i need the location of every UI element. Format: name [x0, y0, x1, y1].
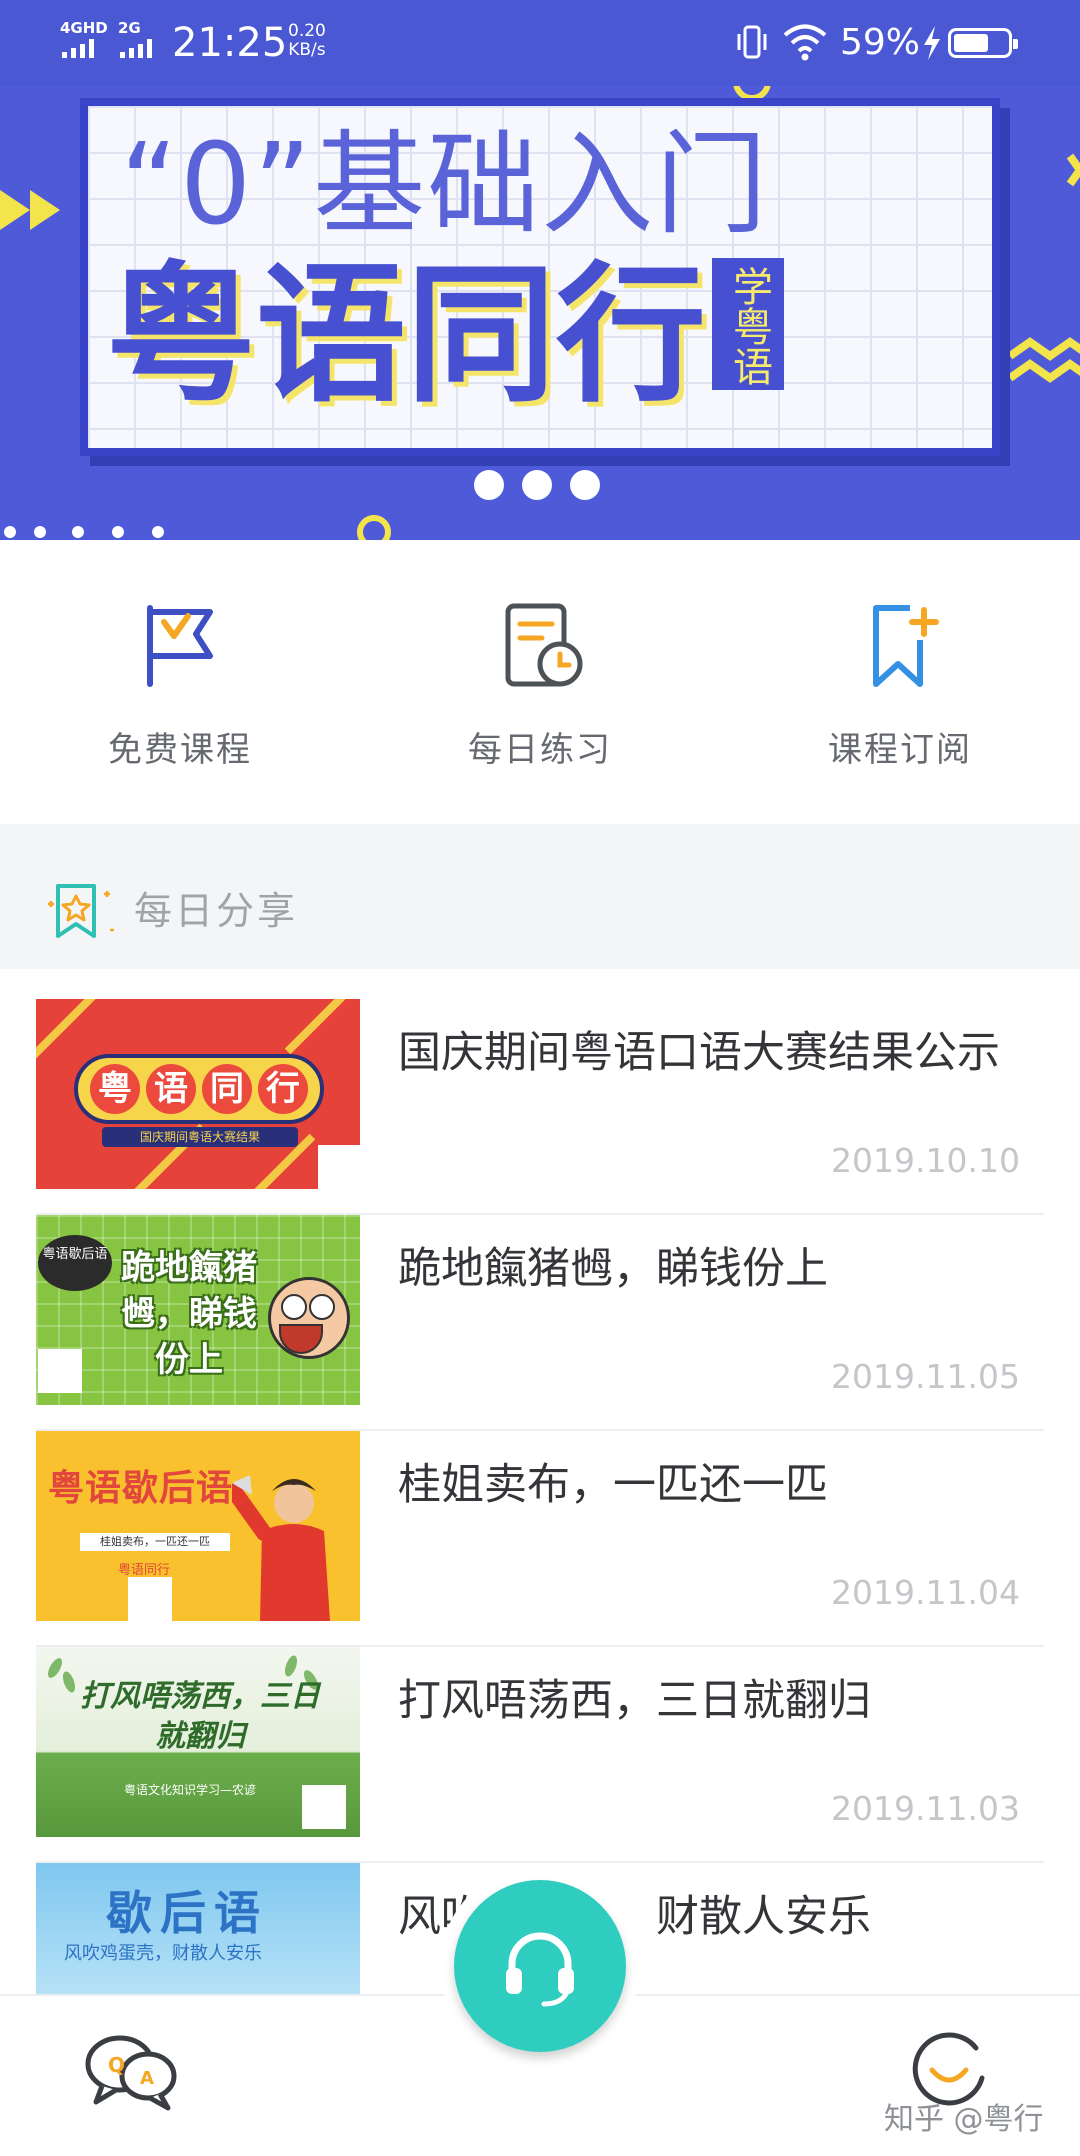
- thumb-heading: 粤语歇后语: [48, 1468, 234, 1509]
- article-title: 打风唔荡西，三日就翻归: [398, 1676, 871, 1726]
- section-title: 每日分享: [134, 889, 299, 933]
- free-courses-button[interactable]: 免费课程: [30, 600, 330, 771]
- pager-dot[interactable]: [570, 470, 600, 500]
- clipboard-clock-icon: [505, 603, 583, 687]
- article-date: 2019.10.10: [831, 1141, 1020, 1180]
- pager-dot[interactable]: [522, 470, 552, 500]
- speed-unit: KB/s: [288, 40, 326, 60]
- article-thumbnail: 打风唔荡西，三日就翻归 粤语文化知识学习—农谚: [36, 1647, 360, 1837]
- course-subscription-label: 课程订阅: [828, 730, 972, 770]
- banner-pager[interactable]: [474, 470, 600, 500]
- article-date: 2019.11.04: [831, 1573, 1020, 1612]
- battery-icon: [948, 28, 1018, 58]
- qa-chat-icon[interactable]: Q A: [84, 2032, 180, 2112]
- thumb-brand: 粤语同行: [118, 1563, 171, 1578]
- bookmark-plus-icon: [873, 605, 939, 687]
- charging-icon: [924, 26, 940, 60]
- article-item[interactable]: 打风唔荡西，三日就翻归 粤语文化知识学习—农谚 打风唔荡西，三日就翻归 2019…: [36, 1647, 1044, 1863]
- thumb-heading: 歇后语: [106, 1886, 268, 1940]
- thumb-logo: 粤 语 同 行: [74, 1054, 324, 1124]
- qr-code: [302, 1785, 346, 1829]
- promo-banner[interactable]: “0”基础入门 粤语同行 学粤语: [0, 86, 1080, 540]
- thumb-caption: 跪地餼猪乸，睇钱份上: [121, 1248, 257, 1380]
- daily-share-header: 每日分享: [0, 824, 1080, 969]
- flag-icon: [147, 605, 213, 687]
- listen-fab-button[interactable]: [454, 1880, 626, 2052]
- daily-practice-button[interactable]: 每日练习: [390, 600, 690, 771]
- signal-icon-2: [120, 38, 152, 58]
- clock: 21:25: [172, 20, 288, 66]
- thumb-caption: 国庆期间粤语大赛结果: [102, 1127, 298, 1147]
- article-title: 跪地餼猪乸，睇钱份上: [398, 1244, 828, 1294]
- article-thumbnail: 粤 语 同 行 国庆期间粤语大赛结果: [36, 999, 360, 1189]
- signal-icon-1: [62, 38, 94, 58]
- thumb-caption: 粤语文化知识学习—农谚: [124, 1783, 257, 1797]
- ribbon-star-icon: [48, 884, 114, 938]
- article-item[interactable]: 粤 语 同 行 国庆期间粤语大赛结果 国庆期间粤语口语大赛结果公示 2019.1…: [36, 999, 1044, 1215]
- free-courses-label: 免费课程: [108, 730, 252, 770]
- banner-subtitle: “0”基础入门: [120, 120, 770, 250]
- headphones-icon: [506, 1932, 574, 2007]
- status-bar: 4GHD 2G 21:25 0.20 KB/s 59%: [0, 0, 1080, 86]
- article-title: 桂姐卖布，一匹还一匹: [398, 1460, 828, 1510]
- thumb-badge: 粤语歇后语: [38, 1235, 112, 1291]
- watermark: 知乎 @粤行: [884, 2102, 1044, 2137]
- article-item[interactable]: 粤语歇后语 跪地餼猪乸，睇钱份上 跪地餼猪乸，睇钱份上 2019.11.05: [36, 1215, 1044, 1431]
- course-subscription-button[interactable]: 课程订阅: [750, 600, 1050, 771]
- banner-tag: 学粤语: [712, 258, 784, 390]
- wifi-icon: [783, 24, 827, 61]
- cartoon-face: [268, 1277, 350, 1359]
- network-type-1: 4GHD: [60, 19, 108, 37]
- article-date: 2019.11.05: [831, 1357, 1020, 1396]
- battery-percent: 59%: [840, 22, 921, 63]
- article-title: 国庆期间粤语口语大赛结果公示: [398, 1028, 1000, 1078]
- network-speed: 0.20 KB/s: [288, 22, 326, 60]
- qr-code: [128, 1577, 172, 1621]
- article-thumbnail: 粤语歇后语 桂姐卖布，一匹还一匹 粤语同行: [36, 1431, 360, 1621]
- qr-code: [38, 1349, 82, 1393]
- daily-practice-label: 每日练习: [468, 730, 612, 770]
- pager-dot[interactable]: [474, 470, 504, 500]
- quick-menu: 免费课程 每日练习 课程订阅: [0, 540, 1080, 824]
- article-item[interactable]: 粤语歇后语 桂姐卖布，一匹还一匹 粤语同行 桂姐卖布，一匹还一匹 2019.11…: [36, 1431, 1044, 1647]
- svg-text:A: A: [140, 2068, 154, 2089]
- person-illustration: [232, 1475, 330, 1621]
- thumb-caption: 风吹鸡蛋壳，财散人安乐: [64, 1943, 262, 1964]
- speed-value: 0.20: [288, 21, 326, 41]
- qr-code: [318, 1145, 360, 1189]
- banner-title: 粤语同行: [106, 249, 707, 423]
- article-date: 2019.11.03: [831, 1789, 1020, 1828]
- thumb-heading: 打风唔荡西，三日就翻归: [80, 1679, 320, 1754]
- vibrate-icon: [737, 25, 767, 59]
- network-type-2: 2G: [118, 19, 141, 37]
- svg-text:Q: Q: [108, 2053, 125, 2077]
- thumb-strip: 桂姐卖布，一匹还一匹: [80, 1533, 230, 1551]
- article-thumbnail: 粤语歇后语 跪地餼猪乸，睇钱份上: [36, 1215, 360, 1405]
